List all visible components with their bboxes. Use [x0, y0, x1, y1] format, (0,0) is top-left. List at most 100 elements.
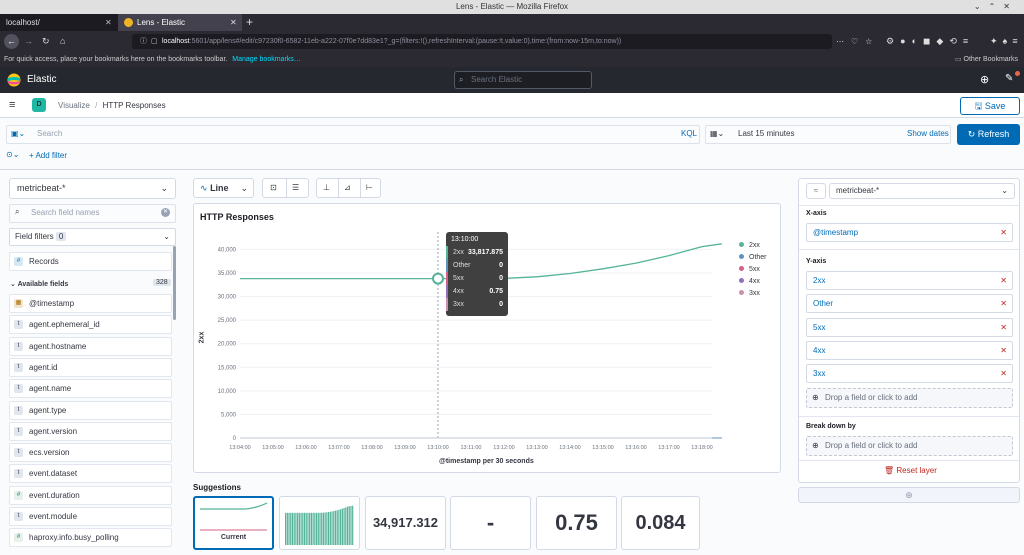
refresh-button[interactable]: ↻ Refresh [957, 124, 1020, 145]
suggestion-metric-2[interactable]: - [450, 496, 531, 550]
x-axis-dimension[interactable]: @timestamp ✕ [806, 223, 1013, 242]
suggestion-bar[interactable] [279, 496, 360, 550]
legend-item[interactable]: 2xx [739, 240, 767, 252]
suggestion-current[interactable]: Current [193, 496, 274, 550]
browser-tab-localhost[interactable]: localhost/ ✕ [0, 14, 118, 31]
left-axis-icon[interactable]: ⊥ [323, 183, 330, 192]
show-dates-link[interactable]: Show dates [907, 129, 949, 138]
breadcrumb-visualize[interactable]: Visualize [58, 101, 90, 110]
legend-color-icon [739, 242, 744, 247]
back-icon[interactable]: ← [4, 34, 19, 49]
bottom-axis-icon[interactable]: ⊿ [344, 183, 351, 192]
field-item[interactable]: ▦ @timestamp [9, 294, 172, 313]
date-picker[interactable]: ▦⌄ Last 15 minutes Show dates [705, 125, 951, 144]
field-item[interactable]: t event.dataset [9, 464, 172, 484]
legend-item[interactable]: 5xx [739, 264, 767, 276]
field-item[interactable]: t agent.type [9, 400, 172, 420]
right-axis-icon[interactable]: ⊢ [366, 183, 373, 192]
field-filters-toggle[interactable]: Field filters 0 ⌄ [9, 228, 176, 246]
field-item[interactable]: t event.module [9, 507, 172, 526]
url-actions[interactable]: ⋯♡☆ [836, 34, 879, 49]
thumbnail-bar [322, 512, 325, 545]
manage-bookmarks-link[interactable]: Manage bookmarks… [229, 56, 300, 63]
clear-icon[interactable]: ✕ [161, 208, 170, 217]
close-icon[interactable]: ✕ [230, 14, 237, 31]
scrollbar[interactable] [173, 246, 176, 320]
reload-icon[interactable]: ↻ [42, 34, 50, 49]
url-input[interactable]: ⓘ ▢ localhost:5601/app/lens#/edit/c97230… [132, 34, 832, 49]
y-axis-dimension[interactable]: 5xx ✕ [806, 317, 1013, 337]
help-icon[interactable]: ⊕ [980, 73, 989, 86]
field-item[interactable]: # haproxy.info.busy_polling [9, 528, 172, 548]
save-button[interactable]: 🖫 Save [960, 97, 1020, 115]
field-item[interactable]: t agent.name [9, 379, 172, 399]
y-axis-dimension[interactable]: 2xx ✕ [806, 271, 1013, 290]
other-bookmarks-label: Other Bookmarks [963, 56, 1018, 63]
add-layer-button[interactable]: ⊕ [798, 487, 1020, 503]
x-tick-label: 13:10:00 [427, 445, 448, 451]
close-icon[interactable]: ✕ [105, 14, 112, 31]
breakdown-drop-zone[interactable]: ⊕ Drop a field or click to add [806, 436, 1013, 456]
new-tab-icon[interactable]: + [246, 14, 253, 30]
tooltip-row: Other 0 [446, 259, 508, 272]
remove-icon[interactable]: ✕ [1000, 272, 1007, 289]
x-tick-label: 13:18:00 [691, 445, 712, 451]
y-axis-drop-zone[interactable]: ⊕ Drop a field or click to add [806, 388, 1013, 408]
forward-icon[interactable]: → [24, 34, 33, 49]
y-axis-dimension[interactable]: 4xx ✕ [806, 340, 1013, 360]
remove-icon[interactable]: ✕ [1000, 224, 1007, 241]
layer-index-select[interactable]: metricbeat-* ⌄ [829, 183, 1015, 199]
window-controls[interactable]: ⌄⌃✕ [974, 2, 1018, 11]
string-field-icon: t [14, 341, 23, 351]
legend-item[interactable]: Other [739, 252, 767, 264]
field-item[interactable]: t agent.version [9, 421, 172, 441]
suggestion-metric-1[interactable]: 34,917.312 [365, 496, 446, 550]
suggestion-metric-4[interactable]: 0.084 [621, 496, 700, 550]
index-pattern-select[interactable]: metricbeat-* ⌄ [9, 178, 176, 199]
kql-toggle[interactable]: KQL [681, 129, 697, 138]
legend-icon[interactable]: ☰ [292, 183, 299, 192]
field-search-input[interactable]: ⌕ Search field names ✕ [9, 204, 176, 223]
legend-item[interactable]: 4xx [739, 276, 767, 288]
remove-icon[interactable]: ✕ [1000, 295, 1007, 312]
browser-tab-lens[interactable]: Lens - Elastic ✕ [118, 14, 242, 31]
add-filter-button[interactable]: + Add filter [29, 151, 67, 160]
field-item[interactable]: t agent.id [9, 357, 172, 377]
toolbar-icons[interactable]: ⚙●◐◼◆⟲≡ [886, 34, 974, 49]
global-search-input[interactable]: ⌕ Search Elastic [454, 71, 592, 89]
tooltip-row: 3xx 0 [446, 298, 508, 311]
filter-options-icon[interactable]: ⊙⌄ [6, 150, 19, 159]
records-field[interactable]: # Records [9, 252, 172, 271]
remove-icon[interactable]: ✕ [1000, 365, 1007, 382]
value-labels-icon[interactable]: ⊡ [270, 183, 277, 192]
elastic-logo-icon[interactable] [7, 73, 21, 87]
x-tick-label: 13:14:00 [559, 445, 580, 451]
field-item[interactable]: t agent.hostname [9, 336, 172, 356]
query-input[interactable]: ▣⌄ Search KQL [6, 125, 700, 144]
other-bookmarks[interactable]: ▭ Other Bookmarks [955, 52, 1018, 67]
suggestion-metric-3[interactable]: 0.75 [536, 496, 617, 550]
legend-item[interactable]: 3xx [739, 288, 767, 300]
remove-icon[interactable]: ✕ [1000, 342, 1007, 359]
space-avatar[interactable]: D [32, 98, 46, 112]
saved-query-icon[interactable]: ▣⌄ [11, 129, 25, 138]
newsfeed-icon[interactable]: ✎ [1005, 73, 1013, 84]
y-axis-dimension[interactable]: 3xx ✕ [806, 364, 1013, 384]
x-axis-section-title: X-axis [806, 210, 827, 217]
available-fields-toggle[interactable]: ⌄ Available fields [10, 280, 68, 288]
layer-type-icon[interactable]: ≈ [806, 183, 826, 199]
refresh-icon: ↻ [967, 129, 978, 139]
chart-type-select[interactable]: ∿ Line ⌄ [193, 178, 254, 198]
field-name: haproxy.info.busy_polling [29, 533, 119, 543]
reset-layer-button[interactable]: 🗑 Reset layer [884, 466, 937, 475]
home-icon[interactable]: ⌂ [60, 34, 65, 49]
y-axis-dimension[interactable]: Other ✕ [806, 294, 1013, 314]
field-item[interactable]: t agent.ephemeral_id [9, 315, 172, 335]
window-title-text: Lens - Elastic — Mozilla Firefox [455, 2, 569, 11]
remove-icon[interactable]: ✕ [1000, 319, 1007, 336]
menu-icon[interactable]: ✦♠≡ [990, 34, 1023, 49]
calendar-icon[interactable]: ▦⌄ [710, 129, 724, 138]
field-item[interactable]: t ecs.version [9, 443, 172, 463]
field-item[interactable]: # event.duration [9, 485, 172, 505]
menu-toggle-icon[interactable]: ≡ [9, 100, 15, 111]
